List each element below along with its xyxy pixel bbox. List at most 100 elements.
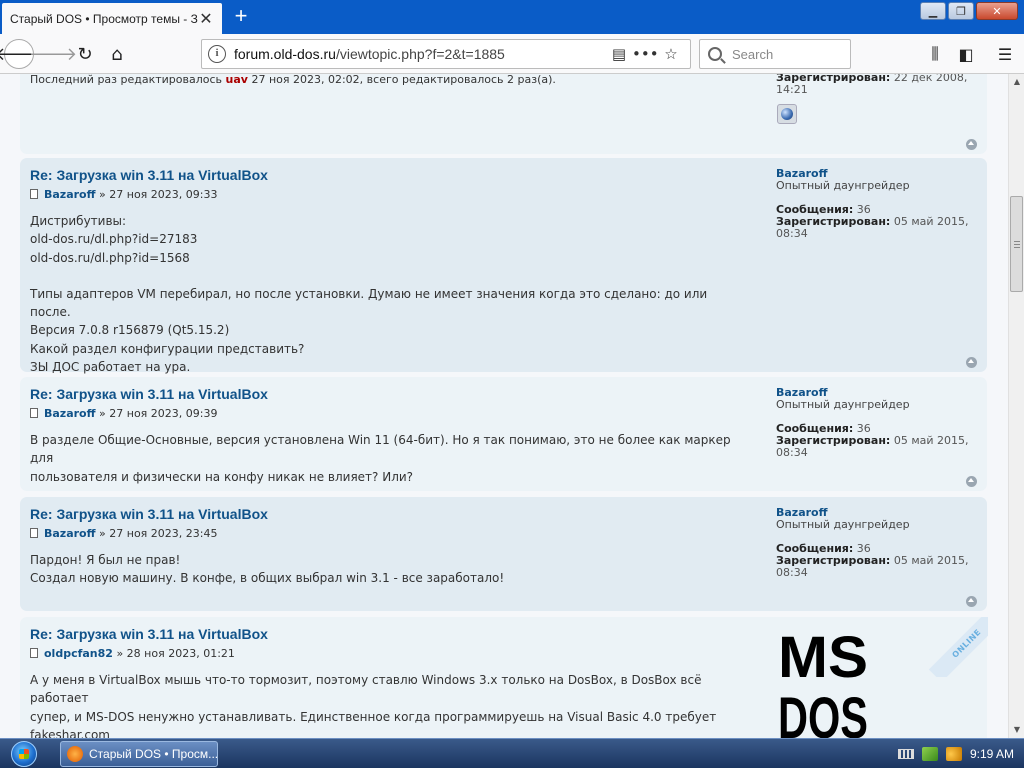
menu-icon[interactable]: ☰ bbox=[990, 39, 1020, 69]
post-title[interactable]: Re: Загрузка win 3.11 на VirtualBox bbox=[30, 167, 268, 183]
post-author[interactable]: oldpcfan82 bbox=[44, 647, 113, 660]
browser-tab[interactable]: Старый DOS • Просмотр темы - Загрузка wi… bbox=[2, 3, 222, 34]
profile-fragment: Зарегистрирован: 22 дек 2008, 14:21 bbox=[776, 74, 976, 96]
maximize-button[interactable]: ❐ bbox=[948, 2, 974, 20]
search-placeholder: Search bbox=[732, 46, 774, 62]
post-author[interactable]: Bazaroff bbox=[44, 407, 96, 420]
post-line: Какой раздел конфигурации представить? bbox=[30, 341, 305, 356]
post-meta: Bazaroff » 27 ноя 2023, 09:33 bbox=[30, 188, 217, 201]
post-line: Создал новую машину. В конфе, в общих вы… bbox=[30, 571, 505, 586]
tab-title: Старый DOS • Просмотр темы - Загрузка wi… bbox=[10, 11, 198, 26]
network-icon[interactable] bbox=[921, 747, 938, 761]
edit-note-user[interactable]: uav bbox=[226, 74, 248, 86]
back-to-top-icon[interactable] bbox=[966, 139, 977, 150]
post-link-icon[interactable] bbox=[30, 648, 38, 658]
back-to-top-icon[interactable] bbox=[966, 357, 977, 368]
task-label: Старый DOS • Просм... bbox=[89, 747, 218, 761]
edit-note: Последний раз редактировалось uav 27 ноя… bbox=[30, 74, 556, 86]
reload-button[interactable]: ↻ bbox=[70, 39, 100, 69]
taskbar: Старый DOS • Просм... 9:19 AM bbox=[0, 738, 1024, 768]
url-host: forum.old-dos.ru bbox=[234, 46, 336, 62]
post-date: » 27 ноя 2023, 09:33 bbox=[99, 188, 218, 201]
window-controls: ▁ ❐ ✕ bbox=[920, 2, 1018, 20]
back-to-top-icon[interactable] bbox=[966, 596, 977, 607]
clock[interactable]: 9:19 AM bbox=[970, 747, 1014, 761]
library-icon[interactable]: ⫼ bbox=[920, 39, 950, 69]
profile-rank: Опытный даунгрейдер bbox=[776, 179, 910, 192]
online-badge: ONLINE bbox=[928, 617, 988, 677]
url-path: /viewtopic.php?f=2&t=1885 bbox=[335, 46, 505, 62]
post-profile: Bazaroff Опытный даунгрейдер Сообщения: … bbox=[776, 168, 976, 240]
forward-button[interactable]: 🡒 bbox=[29, 39, 77, 69]
post-title[interactable]: Re: Загрузка win 3.11 на VirtualBox bbox=[30, 626, 268, 642]
post-date: » 27 ноя 2023, 23:45 bbox=[99, 527, 218, 540]
post-body: В разделе Общие-Основные, версия установ… bbox=[30, 431, 750, 486]
post-meta: Bazaroff » 27 ноя 2023, 23:45 bbox=[30, 527, 217, 540]
post-link[interactable]: old-dos.ru/dl.php?id=27183 bbox=[30, 230, 750, 248]
back-to-top-icon[interactable] bbox=[966, 476, 977, 487]
avatar-text: DOS bbox=[778, 686, 868, 738]
post-meta: oldpcfan82 » 28 ноя 2023, 01:21 bbox=[30, 647, 235, 660]
user-avatar[interactable]: MS DOS bbox=[776, 627, 870, 738]
page-content: Последний раз редактировалось uav 27 ноя… bbox=[0, 74, 1008, 738]
post-line: супер, и MS-DOS ненужно устанавливать. Е… bbox=[30, 709, 717, 724]
page-actions-icon[interactable]: ••• bbox=[632, 45, 659, 63]
post: Re: Загрузка win 3.11 на VirtualBox Baza… bbox=[20, 377, 987, 491]
page-scrollbar[interactable]: ▲ ▼ bbox=[1008, 74, 1024, 738]
post-body: Дистрибутивы: old-dos.ru/dl.php?id=27183… bbox=[30, 212, 750, 376]
post-author[interactable]: Bazaroff bbox=[44, 188, 96, 201]
navigation-toolbar: 🡐 🡒 ↻ ⌂ i forum.old-dos.ru/viewtopic.php… bbox=[0, 34, 1024, 74]
scroll-up-icon[interactable]: ▲ bbox=[1009, 74, 1024, 90]
new-tab-button[interactable]: + bbox=[230, 5, 252, 27]
site-info-icon[interactable]: i bbox=[208, 45, 226, 63]
post-signature: fakeshar.com bbox=[30, 727, 110, 738]
post-link-icon[interactable] bbox=[30, 189, 38, 199]
close-window-button[interactable]: ✕ bbox=[976, 2, 1018, 20]
post-link-icon[interactable] bbox=[30, 408, 38, 418]
start-button[interactable] bbox=[4, 739, 44, 768]
taskbar-firefox-item[interactable]: Старый DOS • Просм... bbox=[60, 741, 218, 767]
close-tab-icon[interactable]: ✕ bbox=[198, 9, 214, 28]
profile-rank: Опытный даунгрейдер bbox=[776, 518, 910, 531]
address-bar[interactable]: i forum.old-dos.ru/viewtopic.php?f=2&t=1… bbox=[201, 39, 691, 69]
post-title[interactable]: Re: Загрузка win 3.11 на VirtualBox bbox=[30, 506, 268, 522]
post-profile: Bazaroff Опытный даунгрейдер Сообщения: … bbox=[776, 387, 976, 459]
firefox-icon bbox=[67, 746, 83, 762]
post-line: В разделе Общие-Основные, версия установ… bbox=[30, 433, 731, 466]
avatar-text: MS bbox=[778, 627, 868, 690]
post-link-icon[interactable] bbox=[30, 528, 38, 538]
post-line: Версия 7.0.8 r156879 (Qt5.15.2) bbox=[30, 323, 230, 338]
bookmark-star-icon[interactable]: ☆ bbox=[658, 45, 684, 63]
search-icon bbox=[708, 47, 722, 61]
edit-note-prefix: Последний раз редактировалось bbox=[30, 74, 226, 86]
tab-strip: Старый DOS • Просмотр темы - Загрузка wi… bbox=[0, 0, 1024, 34]
scrollbar-thumb[interactable] bbox=[1010, 196, 1023, 292]
scroll-grip-icon bbox=[1014, 241, 1020, 248]
online-label: ONLINE bbox=[928, 617, 988, 677]
home-button[interactable]: ⌂ bbox=[102, 39, 132, 69]
search-input[interactable]: Search bbox=[699, 39, 851, 69]
scroll-down-icon[interactable]: ▼ bbox=[1009, 722, 1024, 738]
post-link[interactable]: old-dos.ru/dl.php?id=1568 bbox=[30, 249, 750, 267]
volume-icon[interactable] bbox=[945, 747, 962, 761]
post-date: » 28 ноя 2023, 01:21 bbox=[116, 647, 235, 660]
minimize-button[interactable]: ▁ bbox=[920, 2, 946, 20]
post-line: А у меня в VirtualBox мышь что-то тормоз… bbox=[30, 673, 702, 706]
post-profile: Bazaroff Опытный даунгрейдер Сообщения: … bbox=[776, 507, 976, 579]
keyboard-icon[interactable] bbox=[897, 749, 914, 759]
edit-note-suffix: 27 ноя 2023, 02:02, всего редактировалос… bbox=[247, 74, 556, 86]
post-line: пользователя и физически на конфу никак … bbox=[30, 469, 414, 484]
system-tray: 9:19 AM bbox=[897, 739, 1024, 768]
post-title[interactable]: Re: Загрузка win 3.11 на VirtualBox bbox=[30, 386, 268, 402]
url-text[interactable]: forum.old-dos.ru/viewtopic.php?f=2&t=188… bbox=[234, 46, 606, 62]
post-line: Типы адаптеров VM перебирал, но после ус… bbox=[30, 286, 708, 320]
reader-view-icon[interactable]: ▤ bbox=[606, 45, 632, 63]
post-body: Пардон! Я был не прав! Создал новую маши… bbox=[30, 551, 750, 588]
post: Re: Загрузка win 3.11 на VirtualBox Baza… bbox=[20, 497, 987, 611]
globe-icon[interactable] bbox=[777, 104, 797, 124]
post-body: А у меня в VirtualBox мышь что-то тормоз… bbox=[30, 671, 750, 738]
post-author[interactable]: Bazaroff bbox=[44, 527, 96, 540]
sidebar-icon[interactable]: ◧ bbox=[951, 39, 981, 69]
post-date: » 27 ноя 2023, 09:39 bbox=[99, 407, 218, 420]
post-meta: Bazaroff » 27 ноя 2023, 09:39 bbox=[30, 407, 217, 420]
